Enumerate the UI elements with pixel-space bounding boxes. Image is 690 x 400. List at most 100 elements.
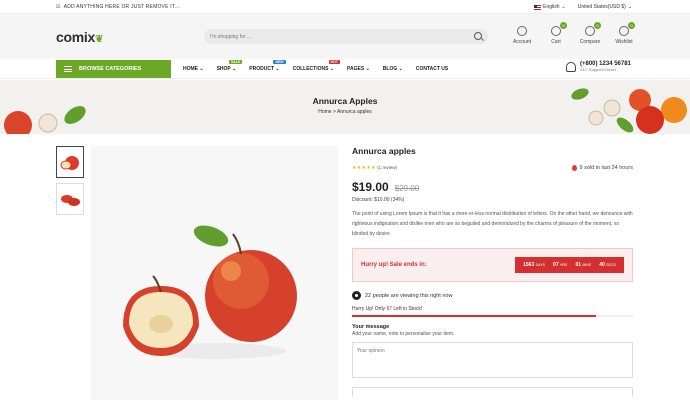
stock-progress-fill (352, 315, 597, 317)
sale-label: Hurry up! Sale ends in: (361, 262, 427, 268)
leaf-decoration (616, 117, 634, 133)
apple-thumbnail-image (60, 156, 79, 170)
rating[interactable]: ★★★★★ (1 review) (352, 165, 397, 171)
support-contact[interactable]: (+800) 1234 56781 24/7 Support Center (566, 61, 631, 72)
search-input[interactable] (204, 29, 454, 44)
timer-seconds: 40 SECS (599, 262, 616, 268)
chevron-down-icon: ⌄ (561, 4, 566, 10)
viewing-text: 22 people are viewing this right now (365, 292, 453, 299)
main-nav: BROWSE CATEGORIES HOME ⌄ SHOP ⌄ SALE PROD… (0, 59, 690, 79)
apple-image (123, 225, 297, 359)
product-info: Annurca apples ★★★★★ (1 review) 9 sold i… (352, 146, 633, 397)
message-title: Your message (352, 324, 390, 330)
stock-prefix: Hurry Up! Only (352, 306, 386, 312)
breadcrumb-current: Annurca apples (337, 109, 372, 115)
menu-items: HOME ⌄ SHOP ⌄ SALE PRODUCT ⌄ NEW COLLECTIO… (183, 60, 461, 72)
currency-label: United States(USD $) (577, 4, 626, 10)
cart-count-badge: 0 (560, 22, 567, 29)
stock-suffix: Left in Stock! (393, 306, 423, 312)
notice-text: ADD ANYTHING HERE OR JUST REMOVE IT... (63, 4, 180, 10)
product-thumbnail[interactable] (56, 183, 84, 215)
chevron-down-icon: ⌄ (275, 66, 280, 72)
breadcrumb: Home > Annurca apples (0, 109, 690, 115)
product-main-image[interactable] (91, 146, 338, 400)
timer-minutes: 01 MINS (575, 262, 592, 268)
next-field[interactable] (352, 387, 633, 397)
us-flag-icon (534, 4, 542, 10)
review-count: (1 review) (377, 165, 397, 170)
browse-categories-button[interactable]: BROWSE CATEGORIES (56, 60, 171, 78)
message-subtitle: Add your name, note to personalise your … (352, 331, 455, 337)
new-tag: NEW (273, 60, 286, 64)
stock-count: 87 (386, 306, 393, 312)
heart-icon (619, 26, 629, 36)
nav-item-contact[interactable]: CONTACT US (416, 66, 448, 72)
product-description: The point of using Lorem Ipsum is that i… (352, 211, 633, 237)
wishlist-count-badge: 0 (628, 22, 635, 29)
nav-item-blog[interactable]: BLOG ⌄ (383, 66, 403, 72)
site-header: comix❦ Account 0 Cart 0 Compare 0 Wishli… (0, 14, 690, 59)
logo[interactable]: comix❦ (56, 29, 103, 45)
breadcrumb-home[interactable]: Home (318, 109, 331, 115)
nav-label: PRODUCT (249, 66, 275, 72)
wishlist-button[interactable]: 0 Wishlist (614, 22, 635, 45)
sold-indicator: 9 sold in last 24 hours (572, 165, 633, 171)
account-button[interactable]: Account (512, 26, 532, 45)
logo-text: comix (56, 29, 95, 45)
headset-icon (566, 61, 576, 72)
apple-slices-thumbnail-image (61, 195, 80, 206)
currency-select[interactable]: United States(USD $) ⌄ (578, 4, 632, 10)
nav-item-home[interactable]: HOME ⌄ (183, 66, 204, 72)
sale-countdown: Hurry up! Sale ends in: 1563 DAYS 07 HRS… (352, 248, 633, 282)
menu-icon (64, 66, 72, 72)
breadcrumb-separator: > (332, 109, 336, 115)
language-label: English (543, 4, 560, 10)
eye-icon (352, 291, 361, 300)
search-bar (204, 29, 488, 44)
language-select[interactable]: English ⌄ (534, 4, 566, 10)
chevron-down-icon: ⌄ (199, 66, 204, 72)
nav-label: BLOG (382, 66, 398, 72)
compare-icon (585, 26, 595, 36)
page-title: Annurca Apples (312, 96, 378, 106)
message-textarea[interactable] (352, 342, 633, 378)
header-actions: Account 0 Cart 0 Compare 0 Wishlist (512, 22, 635, 45)
countdown-timer: 1563 DAYS 07 HRS 01 MINS 40 SECS (515, 257, 624, 273)
product-title: Annurca apples (352, 146, 416, 156)
fire-icon (572, 165, 578, 171)
chevron-down-icon: ⌄ (329, 66, 335, 72)
chevron-down-icon: ⌄ (627, 4, 632, 10)
page-banner: Annurca Apples Home > Annurca apples (0, 80, 690, 134)
chevron-down-icon: ⌄ (365, 66, 370, 72)
compare-button[interactable]: 0 Compare (579, 22, 601, 45)
timer-hours: 07 HRS (553, 262, 568, 268)
old-price: $29.00 (394, 184, 420, 193)
cart-button[interactable]: 0 Cart (546, 22, 567, 45)
nav-item-shop[interactable]: SHOP ⌄ SALE (216, 60, 243, 72)
nav-label: CONTACT US (415, 66, 449, 72)
hot-tag: HOT (328, 60, 341, 64)
chevron-down-icon: ⌄ (398, 66, 403, 72)
search-icon[interactable] (474, 32, 482, 40)
sale-tag: SALE (228, 60, 243, 64)
discount-text: Discount: $10.00 (34%) (352, 197, 405, 203)
banner-decoration (4, 88, 687, 134)
timer-days: 1563 DAYS (523, 262, 545, 268)
nav-item-collections[interactable]: COLLECTIONS ⌄ HOT (293, 60, 341, 72)
compare-label: Compare (579, 39, 601, 45)
wishlist-label: Wishlist (615, 39, 633, 45)
nav-item-product[interactable]: PRODUCT ⌄ NEW (249, 60, 286, 72)
user-icon (517, 26, 527, 36)
nav-item-pages[interactable]: PAGES ⌄ (347, 66, 370, 72)
product-thumbnail[interactable] (56, 146, 84, 178)
leaf-decoration (64, 106, 86, 124)
top-bar: ☑ ADD ANYTHING HERE OR JUST REMOVE IT...… (0, 0, 690, 14)
stock-progress-bar (352, 315, 633, 317)
current-price: $19.00 (352, 180, 389, 194)
leaf-icon: ❦ (94, 34, 104, 45)
stock-notice: Hurry Up! Only 87 Left in Stock! (352, 306, 633, 312)
mushroom-decoration (38, 113, 58, 133)
nav-label: SHOP (216, 66, 231, 72)
price-row: $19.00 $29.00 (352, 180, 633, 194)
notice-icon: ☑ (56, 4, 61, 10)
